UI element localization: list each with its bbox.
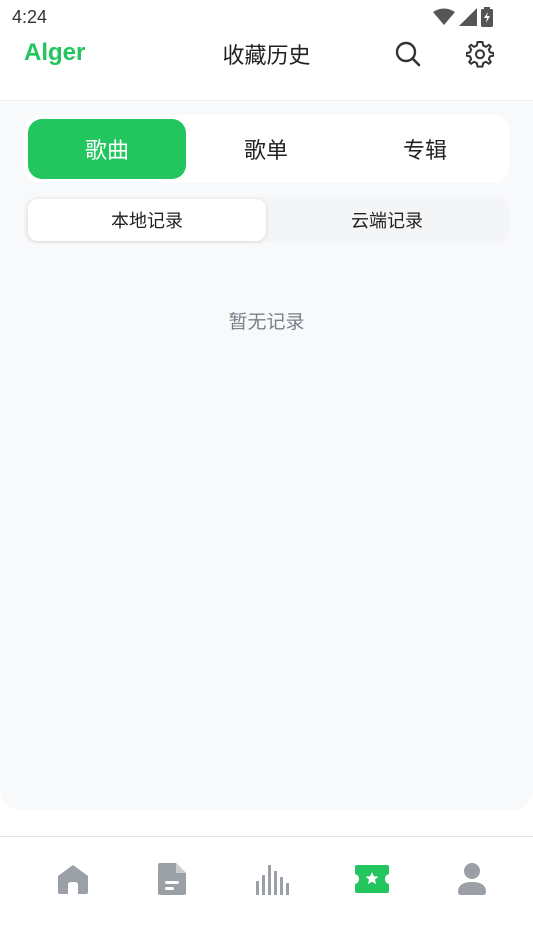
tab-playlists-label: 歌单	[243, 139, 288, 164]
wifi-icon	[433, 8, 455, 30]
tab-cloud-records-label: 云端记录	[351, 211, 423, 232]
nav-chart[interactable]	[250, 857, 294, 901]
type-tabs: 歌曲 歌单 专辑	[24, 115, 509, 183]
status-bar: 4:24	[0, 0, 533, 36]
gear-icon	[466, 41, 494, 68]
signal-icon	[459, 8, 477, 30]
search-icon	[395, 41, 421, 67]
status-time: 4:24	[12, 7, 48, 27]
bottom-nav	[0, 836, 533, 920]
nav-document[interactable]	[150, 857, 194, 901]
home-icon	[58, 865, 88, 894]
search-button[interactable]	[392, 38, 424, 70]
tab-playlists[interactable]: 歌单	[187, 119, 345, 179]
battery-charging-icon	[481, 7, 493, 31]
document-icon	[158, 863, 186, 895]
nav-profile[interactable]	[450, 857, 494, 901]
ticket-star-icon	[355, 865, 389, 893]
tab-albums[interactable]: 专辑	[346, 119, 504, 179]
nav-favorites[interactable]	[350, 857, 394, 901]
gesture-area	[0, 920, 533, 948]
tab-cloud-records[interactable]: 云端记录	[268, 199, 506, 241]
nav-home[interactable]	[51, 857, 95, 901]
tab-songs-label: 歌曲	[84, 139, 129, 164]
settings-button[interactable]	[464, 38, 496, 70]
user-icon	[458, 863, 486, 895]
tab-local-records[interactable]: 本地记录	[28, 199, 266, 241]
status-icons	[433, 7, 493, 31]
app-header: Alger 收藏历史	[0, 36, 533, 100]
tab-songs[interactable]: 歌曲	[28, 119, 186, 179]
empty-state-message: 暂无记录	[228, 311, 305, 333]
tab-local-records-label: 本地记录	[111, 211, 183, 232]
content-panel: 歌曲 歌单 专辑 本地记录 云端记录 暂无记录	[0, 100, 533, 810]
page-title: 收藏历史	[222, 44, 311, 69]
tab-albums-label: 专辑	[402, 139, 447, 164]
source-tabs: 本地记录 云端记录	[24, 197, 509, 243]
chart-bars-icon	[256, 865, 289, 895]
